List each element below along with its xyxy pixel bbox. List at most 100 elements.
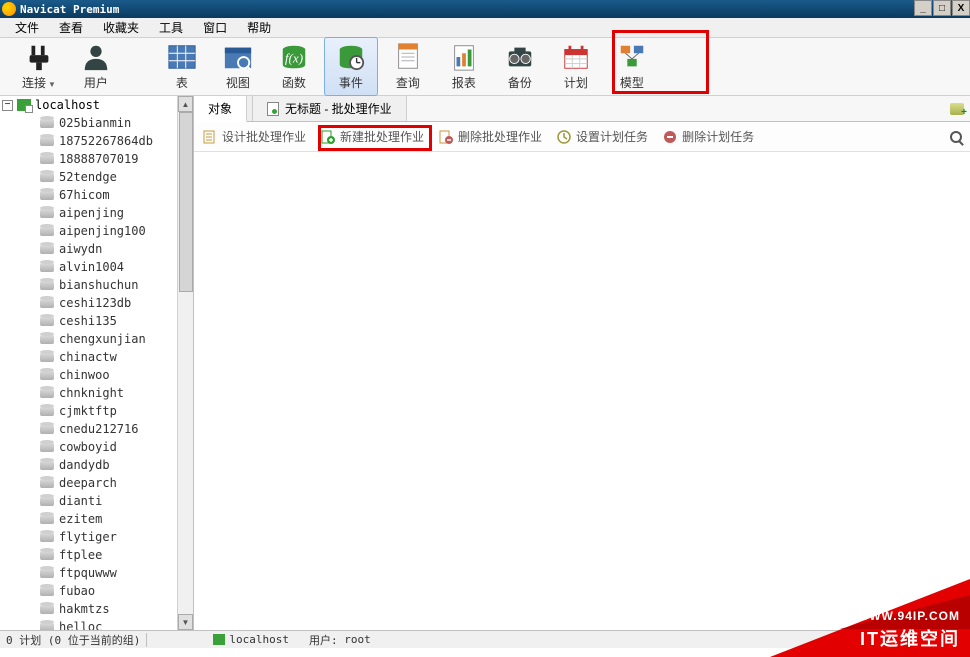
database-item[interactable]: ceshi135 (40, 312, 193, 330)
report-label: 报表 (452, 74, 476, 91)
database-item[interactable]: alvin1004 (40, 258, 193, 276)
set-schedule-action[interactable]: 设置计划任务 (556, 128, 648, 145)
objects-tab-label: 对象 (208, 100, 232, 117)
scroll-up-button[interactable]: ▲ (178, 96, 193, 112)
new-batch-action[interactable]: 新建批处理作业 (320, 128, 424, 145)
menu-window[interactable]: 窗口 (193, 17, 237, 38)
database-item[interactable]: chinactw (40, 348, 193, 366)
database-item[interactable]: aipenjing (40, 204, 193, 222)
database-item[interactable]: cnedu212716 (40, 420, 193, 438)
database-label: 52tendge (59, 170, 117, 184)
menu-favorites[interactable]: 收藏夹 (93, 17, 149, 38)
search-button[interactable] (950, 131, 962, 143)
query-button[interactable]: 查询 (382, 38, 434, 95)
event-icon (335, 42, 367, 72)
document-icon (267, 102, 279, 116)
database-icon (40, 226, 54, 236)
database-item[interactable]: flytiger (40, 528, 193, 546)
maximize-button[interactable]: □ (933, 0, 951, 16)
delete-batch-action[interactable]: 删除批处理作业 (438, 128, 542, 145)
database-item[interactable]: chengxunjian (40, 330, 193, 348)
database-label: chinactw (59, 350, 117, 364)
menu-view[interactable]: 查看 (49, 17, 93, 38)
schedule-label: 计划 (564, 74, 588, 91)
expand-toggle[interactable]: − (2, 100, 13, 111)
database-icon (40, 316, 54, 326)
database-item[interactable]: 025bianmin (40, 114, 193, 132)
database-item[interactable]: 18888707019 (40, 150, 193, 168)
set-schedule-label: 设置计划任务 (576, 128, 648, 145)
event-button[interactable]: 事件 (324, 37, 378, 96)
database-item[interactable]: 52tendge (40, 168, 193, 186)
database-item[interactable]: deeparch (40, 474, 193, 492)
database-label: 18752267864db (59, 134, 153, 148)
backup-icon (504, 42, 536, 72)
search-icon (950, 131, 962, 143)
new-tab-button[interactable] (944, 96, 970, 121)
status-server: localhost (229, 633, 289, 646)
delete-schedule-action[interactable]: 删除计划任务 (662, 128, 754, 145)
delete-schedule-icon (662, 129, 678, 145)
database-item[interactable]: aiwydn (40, 240, 193, 258)
database-label: aipenjing (59, 206, 124, 220)
database-item[interactable]: 67hicom (40, 186, 193, 204)
database-icon (40, 370, 54, 380)
design-icon (202, 129, 218, 145)
sidebar-scrollbar[interactable]: ▲ ▼ (177, 96, 193, 630)
connection-tree[interactable]: − localhost 025bianmin 18752267864db 18888… (0, 96, 194, 630)
design-batch-action[interactable]: 设计批处理作业 (202, 128, 306, 145)
minimize-button[interactable]: _ (914, 0, 932, 16)
connection-row[interactable]: − localhost (0, 96, 193, 114)
view-button[interactable]: 视图 (212, 38, 264, 95)
table-label: 表 (176, 74, 188, 91)
watermark-url: WWW.94IP.COM (857, 609, 960, 623)
delete-batch-label: 删除批处理作业 (458, 128, 542, 145)
delete-schedule-label: 删除计划任务 (682, 128, 754, 145)
database-item[interactable]: ftplee (40, 546, 193, 564)
database-item[interactable]: 18752267864db (40, 132, 193, 150)
backup-button[interactable]: 备份 (494, 38, 546, 95)
table-button[interactable]: 表 (156, 38, 208, 95)
menu-help[interactable]: 帮助 (237, 17, 281, 38)
database-icon (40, 478, 54, 488)
menu-file[interactable]: 文件 (5, 17, 49, 38)
scroll-down-button[interactable]: ▼ (178, 614, 193, 630)
database-item[interactable]: aipenjing100 (40, 222, 193, 240)
database-item[interactable]: dandydb (40, 456, 193, 474)
database-item[interactable]: helloc (40, 618, 193, 630)
scroll-thumb[interactable] (179, 112, 193, 292)
close-button[interactable]: X (952, 0, 970, 16)
database-label: alvin1004 (59, 260, 124, 274)
function-button[interactable]: f(x) 函数 (268, 38, 320, 95)
database-item[interactable]: ezitem (40, 510, 193, 528)
database-item[interactable]: ftpquwww (40, 564, 193, 582)
connection-name: localhost (35, 98, 100, 112)
database-item[interactable]: hakmtzs (40, 600, 193, 618)
database-label: aiwydn (59, 242, 102, 256)
schedule-button[interactable]: 计划 (550, 38, 602, 95)
database-label: chnknight (59, 386, 124, 400)
database-item[interactable]: chinwoo (40, 366, 193, 384)
database-item[interactable]: fubao (40, 582, 193, 600)
scroll-track[interactable] (178, 112, 193, 614)
database-item[interactable]: chnknight (40, 384, 193, 402)
database-item[interactable]: bianshuchun (40, 276, 193, 294)
user-button[interactable]: 用户 (70, 38, 122, 95)
database-item[interactable]: ceshi123db (40, 294, 193, 312)
database-icon (40, 586, 54, 596)
report-button[interactable]: 报表 (438, 38, 490, 95)
menu-tools[interactable]: 工具 (149, 17, 193, 38)
model-button[interactable]: 模型 (606, 38, 658, 95)
new-icon (320, 129, 336, 145)
database-label: ftpquwww (59, 566, 117, 580)
database-item[interactable]: dianti (40, 492, 193, 510)
svg-text:f(x): f(x) (285, 51, 303, 66)
untitled-batch-tab[interactable]: 无标题 - 批处理作业 (253, 96, 407, 121)
connect-button[interactable]: 连接▼ (12, 38, 66, 95)
database-item[interactable]: cjmktftp (40, 402, 193, 420)
database-label: chengxunjian (59, 332, 146, 346)
objects-tab[interactable]: 对象 (194, 96, 247, 122)
backup-label: 备份 (508, 74, 532, 91)
database-item[interactable]: cowboyid (40, 438, 193, 456)
database-label: 025bianmin (59, 116, 131, 130)
